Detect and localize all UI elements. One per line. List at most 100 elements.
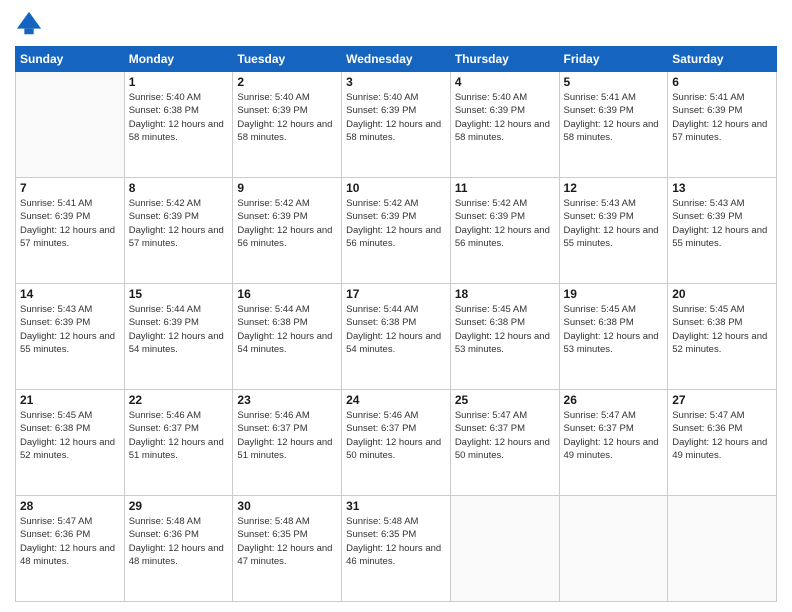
calendar-cell: 31 Sunrise: 5:48 AM Sunset: 6:35 PM Dayli… — [342, 496, 451, 602]
day-number: 23 — [237, 393, 337, 407]
day-info: Sunrise: 5:48 AM Sunset: 6:35 PM Dayligh… — [237, 515, 337, 568]
day-info: Sunrise: 5:41 AM Sunset: 6:39 PM Dayligh… — [672, 91, 772, 144]
page: Sunday Monday Tuesday Wednesday Thursday… — [0, 0, 792, 612]
day-number: 22 — [129, 393, 229, 407]
calendar-week-row: 21 Sunrise: 5:45 AM Sunset: 6:38 PM Dayli… — [16, 390, 777, 496]
day-number: 26 — [564, 393, 664, 407]
day-info: Sunrise: 5:48 AM Sunset: 6:35 PM Dayligh… — [346, 515, 446, 568]
calendar-cell: 5 Sunrise: 5:41 AM Sunset: 6:39 PM Daylig… — [559, 72, 668, 178]
day-info: Sunrise: 5:46 AM Sunset: 6:37 PM Dayligh… — [237, 409, 337, 462]
day-number: 24 — [346, 393, 446, 407]
day-number: 27 — [672, 393, 772, 407]
day-number: 9 — [237, 181, 337, 195]
day-number: 21 — [20, 393, 120, 407]
col-tuesday: Tuesday — [233, 47, 342, 72]
day-info: Sunrise: 5:41 AM Sunset: 6:39 PM Dayligh… — [20, 197, 120, 250]
calendar-cell: 18 Sunrise: 5:45 AM Sunset: 6:38 PM Dayli… — [450, 284, 559, 390]
day-number: 15 — [129, 287, 229, 301]
logo-icon — [15, 10, 43, 38]
calendar-table: Sunday Monday Tuesday Wednesday Thursday… — [15, 46, 777, 602]
calendar-cell: 3 Sunrise: 5:40 AM Sunset: 6:39 PM Daylig… — [342, 72, 451, 178]
calendar-week-row: 1 Sunrise: 5:40 AM Sunset: 6:38 PM Daylig… — [16, 72, 777, 178]
day-header-row: Sunday Monday Tuesday Wednesday Thursday… — [16, 47, 777, 72]
calendar-cell — [668, 496, 777, 602]
calendar-cell — [450, 496, 559, 602]
calendar-cell: 27 Sunrise: 5:47 AM Sunset: 6:36 PM Dayli… — [668, 390, 777, 496]
day-info: Sunrise: 5:42 AM Sunset: 6:39 PM Dayligh… — [455, 197, 555, 250]
calendar-cell: 19 Sunrise: 5:45 AM Sunset: 6:38 PM Dayli… — [559, 284, 668, 390]
day-number: 16 — [237, 287, 337, 301]
day-info: Sunrise: 5:47 AM Sunset: 6:36 PM Dayligh… — [672, 409, 772, 462]
col-thursday: Thursday — [450, 47, 559, 72]
day-number: 4 — [455, 75, 555, 89]
calendar-cell: 9 Sunrise: 5:42 AM Sunset: 6:39 PM Daylig… — [233, 178, 342, 284]
day-info: Sunrise: 5:46 AM Sunset: 6:37 PM Dayligh… — [346, 409, 446, 462]
day-info: Sunrise: 5:45 AM Sunset: 6:38 PM Dayligh… — [455, 303, 555, 356]
calendar-cell: 24 Sunrise: 5:46 AM Sunset: 6:37 PM Dayli… — [342, 390, 451, 496]
day-info: Sunrise: 5:48 AM Sunset: 6:36 PM Dayligh… — [129, 515, 229, 568]
day-number: 12 — [564, 181, 664, 195]
calendar-cell: 28 Sunrise: 5:47 AM Sunset: 6:36 PM Dayli… — [16, 496, 125, 602]
day-number: 28 — [20, 499, 120, 513]
calendar-week-row: 7 Sunrise: 5:41 AM Sunset: 6:39 PM Daylig… — [16, 178, 777, 284]
day-number: 29 — [129, 499, 229, 513]
day-info: Sunrise: 5:45 AM Sunset: 6:38 PM Dayligh… — [564, 303, 664, 356]
day-info: Sunrise: 5:47 AM Sunset: 6:37 PM Dayligh… — [455, 409, 555, 462]
col-sunday: Sunday — [16, 47, 125, 72]
day-number: 1 — [129, 75, 229, 89]
day-number: 18 — [455, 287, 555, 301]
day-number: 14 — [20, 287, 120, 301]
day-info: Sunrise: 5:47 AM Sunset: 6:37 PM Dayligh… — [564, 409, 664, 462]
calendar-cell: 29 Sunrise: 5:48 AM Sunset: 6:36 PM Dayli… — [124, 496, 233, 602]
day-info: Sunrise: 5:40 AM Sunset: 6:39 PM Dayligh… — [237, 91, 337, 144]
day-info: Sunrise: 5:42 AM Sunset: 6:39 PM Dayligh… — [237, 197, 337, 250]
day-info: Sunrise: 5:42 AM Sunset: 6:39 PM Dayligh… — [129, 197, 229, 250]
day-info: Sunrise: 5:40 AM Sunset: 6:38 PM Dayligh… — [129, 91, 229, 144]
day-info: Sunrise: 5:41 AM Sunset: 6:39 PM Dayligh… — [564, 91, 664, 144]
day-number: 6 — [672, 75, 772, 89]
calendar-cell: 8 Sunrise: 5:42 AM Sunset: 6:39 PM Daylig… — [124, 178, 233, 284]
day-number: 2 — [237, 75, 337, 89]
calendar-cell — [559, 496, 668, 602]
calendar-cell: 1 Sunrise: 5:40 AM Sunset: 6:38 PM Daylig… — [124, 72, 233, 178]
col-friday: Friday — [559, 47, 668, 72]
calendar-cell: 23 Sunrise: 5:46 AM Sunset: 6:37 PM Dayli… — [233, 390, 342, 496]
calendar-cell: 11 Sunrise: 5:42 AM Sunset: 6:39 PM Dayli… — [450, 178, 559, 284]
calendar-cell: 17 Sunrise: 5:44 AM Sunset: 6:38 PM Dayli… — [342, 284, 451, 390]
day-info: Sunrise: 5:44 AM Sunset: 6:38 PM Dayligh… — [346, 303, 446, 356]
calendar-week-row: 14 Sunrise: 5:43 AM Sunset: 6:39 PM Dayli… — [16, 284, 777, 390]
calendar-cell: 10Sunrise: 5:42 AM Sunset: 6:39 PM Dayli… — [342, 178, 451, 284]
day-number: 17 — [346, 287, 446, 301]
day-info: Sunrise: 5:40 AM Sunset: 6:39 PM Dayligh… — [346, 91, 446, 144]
calendar-cell — [16, 72, 125, 178]
calendar-cell: 13Sunrise: 5:43 AM Sunset: 6:39 PM Dayli… — [668, 178, 777, 284]
day-number: 10 — [346, 181, 446, 195]
logo — [15, 10, 47, 38]
day-number: 11 — [455, 181, 555, 195]
day-number: 7 — [20, 181, 120, 195]
day-number: 25 — [455, 393, 555, 407]
day-number: 31 — [346, 499, 446, 513]
day-number: 13 — [672, 181, 772, 195]
day-info: Sunrise: 5:44 AM Sunset: 6:39 PM Dayligh… — [129, 303, 229, 356]
calendar-week-row: 28 Sunrise: 5:47 AM Sunset: 6:36 PM Dayli… — [16, 496, 777, 602]
calendar-cell: 22Sunrise: 5:46 AM Sunset: 6:37 PM Dayli… — [124, 390, 233, 496]
day-info: Sunrise: 5:43 AM Sunset: 6:39 PM Dayligh… — [20, 303, 120, 356]
calendar-cell: 2 Sunrise: 5:40 AM Sunset: 6:39 PM Daylig… — [233, 72, 342, 178]
calendar-cell: 14 Sunrise: 5:43 AM Sunset: 6:39 PM Dayli… — [16, 284, 125, 390]
calendar-cell: 30Sunrise: 5:48 AM Sunset: 6:35 PM Dayli… — [233, 496, 342, 602]
calendar-cell: 12Sunrise: 5:43 AM Sunset: 6:39 PM Dayli… — [559, 178, 668, 284]
day-info: Sunrise: 5:40 AM Sunset: 6:39 PM Dayligh… — [455, 91, 555, 144]
day-number: 20 — [672, 287, 772, 301]
day-number: 8 — [129, 181, 229, 195]
day-info: Sunrise: 5:45 AM Sunset: 6:38 PM Dayligh… — [20, 409, 120, 462]
day-info: Sunrise: 5:45 AM Sunset: 6:38 PM Dayligh… — [672, 303, 772, 356]
calendar-cell: 7 Sunrise: 5:41 AM Sunset: 6:39 PM Daylig… — [16, 178, 125, 284]
calendar-cell: 20 Sunrise: 5:45 AM Sunset: 6:38 PM Dayli… — [668, 284, 777, 390]
day-number: 3 — [346, 75, 446, 89]
day-number: 5 — [564, 75, 664, 89]
day-number: 19 — [564, 287, 664, 301]
col-wednesday: Wednesday — [342, 47, 451, 72]
day-info: Sunrise: 5:47 AM Sunset: 6:36 PM Dayligh… — [20, 515, 120, 568]
calendar-cell: 26 Sunrise: 5:47 AM Sunset: 6:37 PM Dayli… — [559, 390, 668, 496]
